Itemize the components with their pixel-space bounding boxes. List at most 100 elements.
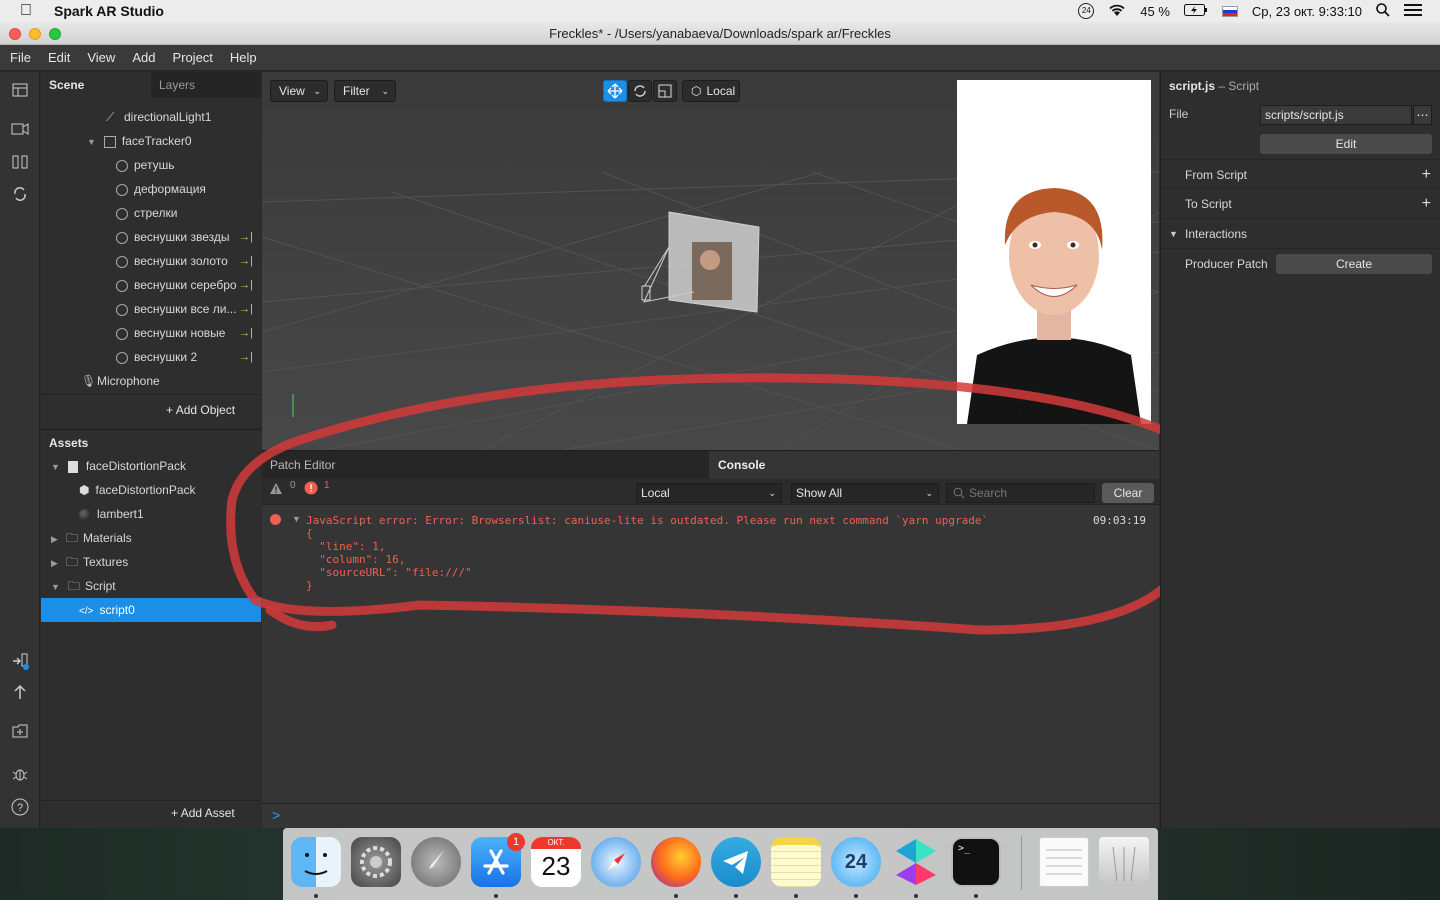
telegram-icon[interactable] [711, 837, 761, 887]
patch-link-icon[interactable]: →| [239, 249, 253, 273]
menu-help[interactable]: Help [220, 50, 264, 65]
notes-icon[interactable] [771, 837, 821, 887]
tree-item-freckles-new[interactable]: веснушки новые →| [116, 321, 261, 345]
chevron-down-icon[interactable]: ▼ [51, 462, 60, 472]
close-window-button[interactable] [9, 28, 21, 40]
tree-item-microphone[interactable]: 🎙Microphone [81, 369, 160, 393]
error-icon[interactable] [304, 481, 318, 500]
safari-icon[interactable] [591, 837, 641, 887]
add-asset-button[interactable]: + Add Asset [171, 806, 235, 820]
input-language-flag-icon[interactable] [1221, 5, 1238, 17]
layout-icon[interactable] [10, 82, 30, 102]
debug-bug-icon[interactable] [10, 766, 30, 786]
tab-layers[interactable]: Layers [151, 72, 261, 98]
tab-patch-editor[interactable]: Patch Editor [262, 451, 709, 479]
console-scope-select[interactable]: Local ⌄ [636, 483, 782, 503]
clock[interactable]: Ср, 23 окт. 9:33:10 [1252, 4, 1362, 19]
interactions-section[interactable]: ▼ Interactions [1161, 219, 1440, 249]
menu-file[interactable]: File [0, 50, 38, 65]
calendar-icon[interactable]: ОКТ. 23 [531, 837, 581, 887]
menu-project[interactable]: Project [162, 50, 219, 65]
tree-item-freckles-all[interactable]: веснушки все ли... →| [116, 297, 261, 321]
spotlight-search-icon[interactable] [1376, 2, 1390, 20]
tree-item-freckles-silver[interactable]: веснушки серебро →| [116, 273, 261, 297]
patch-link-icon[interactable]: →| [239, 297, 253, 321]
downloads-stack-icon[interactable] [1039, 837, 1089, 887]
tree-item-freckles-stars[interactable]: веснушки звезды →| [116, 225, 261, 249]
tree-item-directional-light[interactable]: ⟋ directionalLight1 [106, 105, 211, 129]
asset-face-distortion-pack[interactable]: ⬢ faceDistortionPack [79, 478, 196, 502]
patch-link-icon[interactable]: →| [239, 345, 253, 369]
zoom-window-button[interactable] [49, 28, 61, 40]
asset-script0[interactable]: </> script0 [41, 598, 261, 622]
launchpad-icon[interactable] [411, 837, 461, 887]
to-script-row[interactable]: To Script + [1161, 189, 1440, 219]
split-view-icon[interactable] [10, 154, 30, 174]
move-tool-button[interactable] [603, 80, 627, 102]
notification-badge-icon[interactable]: 24 [1078, 3, 1095, 19]
apple-menu-icon[interactable]:  [20, 2, 38, 20]
battery-icon[interactable] [1183, 3, 1208, 19]
console-filter-select[interactable]: Show All ⌄ [791, 483, 939, 503]
wifi-icon[interactable] [1108, 3, 1126, 20]
asset-lambert1[interactable]: lambert1 [79, 502, 144, 526]
from-script-row[interactable]: From Script + [1161, 159, 1440, 189]
scale-tool-button[interactable] [653, 80, 677, 102]
chevron-down-icon[interactable]: ▼ [87, 137, 96, 147]
console-error-message[interactable]: JavaScript error: Error: Browserslist: c… [306, 514, 988, 527]
video-icon[interactable] [10, 122, 30, 142]
tree-item-freckles-2[interactable]: веснушки 2 →| [116, 345, 261, 369]
chevron-right-icon[interactable]: ▶ [51, 534, 58, 544]
system-preferences-icon[interactable] [351, 837, 401, 887]
asset-materials-folder[interactable]: ▶ 🗀 Materials [51, 526, 132, 550]
warning-icon[interactable] [269, 482, 283, 500]
terminal-icon[interactable]: >_ [951, 837, 1001, 887]
help-icon[interactable]: ? [10, 798, 30, 818]
add-object-button[interactable]: + Add Object [166, 403, 235, 417]
patch-link-icon[interactable]: →| [239, 273, 253, 297]
tree-item-freckles-gold[interactable]: веснушки золото →| [116, 249, 261, 273]
chevron-down-icon[interactable]: ▼ [292, 514, 301, 524]
app-name-menu[interactable]: Spark AR Studio [54, 3, 164, 19]
asset-face-distortion-pack-folder[interactable]: ▼ faceDistortionPack [51, 454, 186, 478]
device-send-icon[interactable] [10, 652, 30, 672]
tree-item-arrows[interactable]: стрелки [116, 201, 261, 225]
spark-ar-icon[interactable] [891, 837, 941, 887]
view-dropdown[interactable]: View ⌄ [270, 80, 328, 102]
add-plus-icon[interactable]: + [1422, 189, 1431, 219]
simulator-caption[interactable]: Tap to change [957, 404, 1151, 416]
asset-script-folder[interactable]: ▼ 🗀 Script [51, 574, 116, 598]
add-plus-icon[interactable]: + [1422, 160, 1431, 190]
sync-icon[interactable] [10, 186, 30, 206]
patch-link-icon[interactable]: →| [239, 321, 253, 345]
file-path-field[interactable]: scripts/script.js [1260, 105, 1412, 125]
rotate-tool-button[interactable] [628, 80, 652, 102]
chevron-down-icon[interactable]: ▼ [1169, 219, 1178, 249]
finder-icon[interactable] [291, 837, 341, 887]
menu-edit[interactable]: Edit [38, 50, 77, 65]
edit-script-button[interactable]: Edit [1260, 134, 1432, 154]
filter-dropdown[interactable]: Filter ⌄ [334, 80, 396, 102]
simulator-preview[interactable]: Tap to change [957, 80, 1151, 424]
asset-textures-folder[interactable]: ▶ 🗀 Textures [51, 550, 128, 574]
tree-item-deformation[interactable]: деформация [116, 177, 261, 201]
bitrix24-icon[interactable]: 24 [831, 837, 881, 887]
menu-view[interactable]: View [77, 50, 122, 65]
chevron-right-icon[interactable]: ▶ [51, 558, 58, 568]
tree-item-face-tracker[interactable]: ▼ faceTracker0 [87, 129, 192, 153]
tree-item-retouch[interactable]: ретушь [116, 153, 261, 177]
console-prompt[interactable]: > [272, 807, 280, 823]
tab-console[interactable]: Console [710, 451, 1159, 479]
create-producer-patch-button[interactable]: Create [1276, 254, 1432, 274]
local-space-button[interactable]: ⬡ Local [682, 80, 740, 102]
app-store-icon[interactable]: 1 [471, 833, 525, 887]
console-clear-button[interactable]: Clear [1102, 483, 1154, 503]
add-folder-icon[interactable] [10, 724, 30, 744]
upload-icon[interactable] [10, 684, 30, 704]
menu-add[interactable]: Add [122, 50, 162, 65]
patch-link-icon[interactable]: →| [239, 225, 253, 249]
trash-icon[interactable] [1099, 837, 1149, 887]
console-search-input[interactable]: Search [946, 483, 1095, 503]
more-options-icon[interactable]: ⋯ [1413, 105, 1432, 125]
firefox-icon[interactable] [651, 837, 701, 887]
